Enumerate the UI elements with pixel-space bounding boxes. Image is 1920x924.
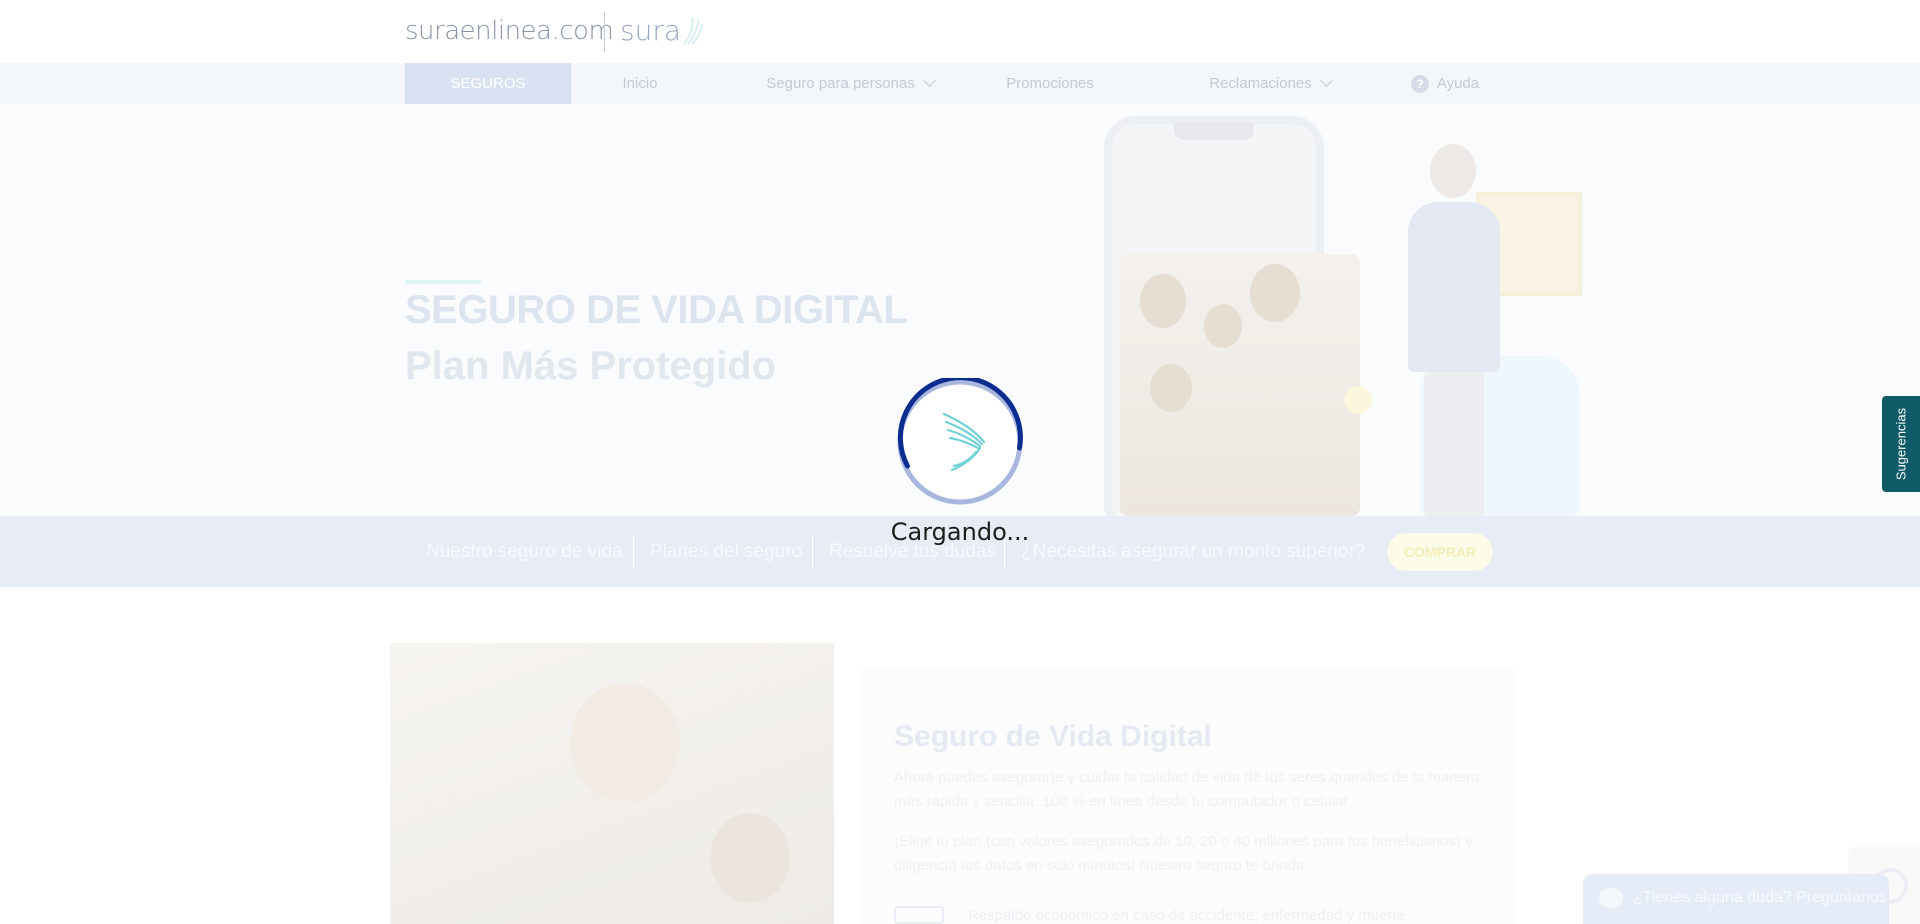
chat-widget-label: ¿Tienes alguna duda? Pregúntanos: [1633, 889, 1887, 906]
chat-widget[interactable]: ¿Tienes alguna duda? Pregúntanos: [1583, 874, 1889, 924]
loading-text: Cargando...: [890, 518, 1030, 546]
loading-overlay: Cargando...: [0, 0, 1920, 924]
suggestions-tab[interactable]: Sugerencias: [1882, 396, 1920, 492]
suggestions-tab-label: Sugerencias: [1893, 407, 1909, 481]
chat-bubble-icon: [1599, 888, 1623, 908]
loading-spinner-icon: [897, 378, 1023, 505]
